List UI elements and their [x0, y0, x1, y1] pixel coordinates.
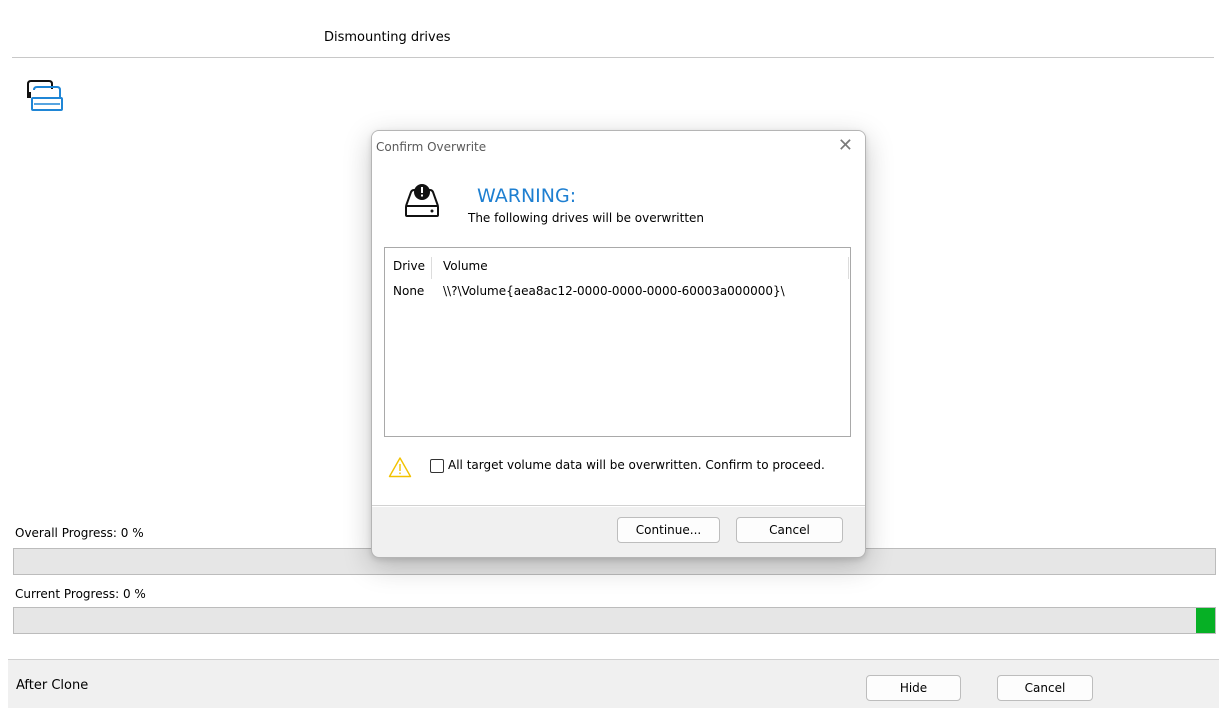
confirm-checkbox-label[interactable]: All target volume data will be overwritt…	[448, 458, 825, 472]
dialog-content: Confirm Overwrite ✕ WARNING: The followi…	[372, 131, 865, 507]
column-header-drive[interactable]: Drive	[393, 259, 425, 273]
list-item[interactable]: None \\?\Volume{aea8ac12-0000-0000-0000-…	[385, 284, 850, 302]
current-progress-bar	[13, 607, 1216, 634]
hide-button[interactable]: Hide	[866, 675, 961, 701]
column-header-volume[interactable]: Volume	[443, 259, 488, 273]
current-progress-fill	[1196, 608, 1215, 633]
drives-list[interactable]: Drive Volume None \\?\Volume{aea8ac12-00…	[384, 247, 851, 437]
continue-button[interactable]: Continue...	[617, 517, 720, 543]
warning-subtitle: The following drives will be overwritten	[468, 211, 705, 225]
header-divider	[12, 57, 1214, 58]
close-icon[interactable]: ✕	[838, 137, 853, 155]
dialog-divider	[372, 505, 865, 506]
overall-progress-label: Overall Progress: 0 %	[15, 526, 144, 540]
column-divider	[431, 257, 432, 279]
after-clone-label: After Clone	[16, 678, 89, 693]
footer-bar: After Clone Hide Cancel	[8, 659, 1219, 708]
column-divider	[848, 257, 849, 279]
caution-triangle-icon	[388, 457, 412, 478]
confirm-checkbox[interactable]	[430, 459, 444, 473]
dialog-cancel-button[interactable]: Cancel	[736, 517, 843, 543]
list-header: Drive Volume	[385, 257, 850, 279]
disk-drives-icon	[27, 80, 63, 111]
confirm-overwrite-dialog: Confirm Overwrite ✕ WARNING: The followi…	[371, 130, 866, 558]
dialog-title: Confirm Overwrite	[376, 140, 487, 154]
drive-warning-icon	[405, 184, 439, 217]
warning-title: WARNING:	[477, 185, 577, 207]
current-progress-label: Current Progress: 0 %	[15, 587, 146, 601]
cancel-button[interactable]: Cancel	[997, 675, 1093, 701]
volume-cell: \\?\Volume{aea8ac12-0000-0000-0000-60003…	[443, 284, 785, 298]
page-title: Dismounting drives	[324, 30, 451, 45]
drive-cell: None	[393, 284, 425, 298]
